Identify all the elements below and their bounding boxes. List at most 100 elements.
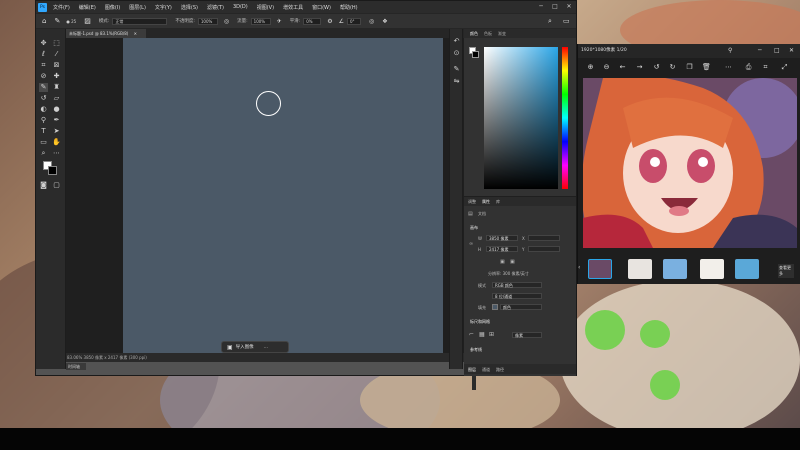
crop-tool-icon[interactable]: ⌗ [39, 61, 48, 70]
rotate-left-icon[interactable]: ↺ [652, 63, 661, 72]
tab-gradients[interactable]: 渐变 [498, 31, 506, 37]
healing-tool-icon[interactable]: ✚ [52, 72, 61, 81]
menu-3d[interactable]: 3D(D) [233, 4, 248, 10]
fullscreen-icon[interactable]: ⤢ [780, 63, 789, 72]
thumbnail-5[interactable] [735, 259, 759, 279]
type-tool-icon[interactable]: T [39, 127, 48, 136]
menu-view[interactable]: 视图(V) [257, 4, 274, 11]
actions-panel-icon[interactable]: ⊙ [452, 49, 461, 58]
pressure-size-icon[interactable]: ◎ [369, 18, 374, 25]
hand-tool-icon[interactable]: ✋ [52, 138, 61, 147]
thumb-scroll-left[interactable]: ‹ [578, 264, 580, 271]
viewer-image[interactable] [583, 78, 797, 248]
dodge-tool-icon[interactable]: ⚲ [39, 116, 48, 125]
viewer-minimize-button[interactable]: ─ [758, 44, 762, 58]
frame-tool-icon[interactable]: ⊠ [52, 61, 61, 70]
delete-icon[interactable]: 🗑 [702, 63, 711, 72]
brush-panel-icon[interactable]: ✎ [452, 65, 461, 74]
brush-tool-active-icon[interactable]: ✎ [39, 83, 48, 92]
flow-field[interactable]: 100% [250, 17, 271, 25]
tab-color[interactable]: 颜色 [470, 31, 478, 37]
previous-icon[interactable]: ← [618, 63, 627, 72]
mode-select[interactable]: RGB 颜色 [492, 282, 542, 288]
move-tool-icon[interactable]: ✥ [39, 39, 48, 48]
menu-window[interactable]: 窗口(W) [312, 4, 331, 11]
menu-type[interactable]: 文字(Y) [155, 4, 172, 11]
maximize-button[interactable]: □ [550, 3, 560, 11]
menu-edit[interactable]: 编辑(E) [79, 4, 96, 11]
viewer-pin-icon[interactable]: ⚲ [728, 44, 732, 58]
eyedropper-tool-icon[interactable]: ⊘ [39, 72, 48, 81]
smoothing-field[interactable]: 0% [303, 17, 322, 25]
thumbnail-2[interactable] [628, 259, 652, 279]
brush-tool-icon[interactable]: ✎ [54, 17, 60, 25]
thumbnail-3[interactable] [663, 259, 687, 279]
menu-image[interactable]: 图像(I) [105, 4, 120, 11]
zoom-in-icon[interactable]: ⊕ [586, 63, 595, 72]
y-field[interactable] [528, 246, 560, 252]
more-tools-icon[interactable]: ⋯ [52, 149, 61, 158]
grid-icon[interactable]: ▦ [479, 331, 485, 338]
stamp-tool-icon[interactable]: ♜ [52, 83, 61, 92]
opacity-field[interactable]: 100% [197, 17, 218, 25]
quick-select-tool-icon[interactable]: ⁄ [52, 50, 61, 59]
hue-slider[interactable] [562, 47, 568, 189]
color-picker-field[interactable] [484, 47, 558, 189]
history-panel-icon[interactable]: ↶ [452, 37, 461, 46]
home-icon[interactable]: ⌂ [42, 17, 46, 25]
brush-settings-icon[interactable]: ▨ [84, 17, 91, 25]
link-icon[interactable]: ∞ [469, 241, 473, 247]
height-field[interactable]: 2417 像素 [486, 246, 518, 252]
orientation-portrait-icon[interactable]: ▣ [500, 259, 505, 265]
fill-select[interactable]: 颜色 [500, 304, 542, 310]
mode-select[interactable]: 正常 [112, 17, 168, 25]
viewer-maximize-button[interactable]: □ [774, 44, 780, 58]
ruler-unit-select[interactable]: 像素 [512, 332, 542, 338]
menu-select[interactable]: 选择(S) [181, 4, 198, 11]
tab-adjustments[interactable]: 调整 [468, 199, 476, 205]
viewer-close-button[interactable]: ✕ [789, 44, 794, 58]
menu-layer[interactable]: 图层(L) [129, 4, 146, 11]
canvas-heading[interactable]: 画布 [470, 225, 478, 231]
menu-filter[interactable]: 滤镜(T) [207, 4, 224, 11]
print-icon[interactable]: ⎙ [744, 63, 753, 72]
lasso-tool-icon[interactable]: ℓ [39, 50, 48, 59]
marquee-tool-icon[interactable]: ⬚ [52, 39, 61, 48]
fill-color-swatch[interactable] [492, 304, 498, 310]
rulers-heading[interactable]: 标尺和网格 [470, 319, 490, 325]
width-field[interactable]: 3850 像素 [486, 235, 518, 241]
pen-tool-icon[interactable]: ✒ [52, 116, 61, 125]
orientation-landscape-icon[interactable]: ▣ [510, 259, 515, 265]
blur-tool-icon[interactable]: ● [52, 105, 61, 114]
document-canvas[interactable] [123, 38, 443, 353]
thumbnail-1[interactable] [588, 259, 612, 279]
rotate-right-icon[interactable]: ↻ [668, 63, 677, 72]
ruler-icon[interactable]: ⌐ [469, 331, 474, 338]
tab-libraries[interactable]: 库 [496, 199, 500, 205]
copy-icon[interactable]: ❐ [685, 63, 694, 72]
close-button[interactable]: ✕ [564, 3, 574, 11]
document-tab-close-icon[interactable]: ✕ [134, 31, 137, 36]
document-tab[interactable]: 未标题-1.psd @ 83.1%(RGB/8) ✕ [66, 29, 146, 38]
menu-plugins[interactable]: 增效工具 [283, 4, 303, 11]
smoothing-settings-icon[interactable]: ⚙ [327, 18, 332, 25]
screen-mode-icon[interactable]: ▢ [52, 181, 61, 190]
path-select-tool-icon[interactable]: ➤ [52, 127, 61, 136]
panel-background-swatch[interactable] [472, 51, 479, 58]
thumbnail-4[interactable] [700, 259, 724, 279]
adjust-panel-icon[interactable]: ⇋ [452, 77, 461, 86]
tab-channels[interactable]: 通道 [482, 367, 490, 373]
workspace-icon[interactable]: ▭ [563, 17, 570, 25]
ps-logo-icon[interactable]: Ps [38, 2, 47, 12]
airbrush-icon[interactable]: ✈ [277, 18, 282, 25]
tab-swatches[interactable]: 色板 [484, 31, 492, 37]
eraser-tool-icon[interactable]: ▱ [52, 94, 61, 103]
zoom-out-icon[interactable]: ⊖ [602, 63, 611, 72]
view-more-button[interactable]: 查看更多 [778, 264, 794, 278]
menu-file[interactable]: 文件(F) [53, 4, 70, 11]
more-icon[interactable]: ⋯ [724, 63, 733, 72]
brush-preset-picker[interactable]: ● 25 [66, 19, 76, 24]
x-field[interactable] [528, 235, 560, 241]
search-icon[interactable]: ⌕ [548, 17, 552, 26]
background-color-swatch[interactable] [48, 166, 57, 175]
